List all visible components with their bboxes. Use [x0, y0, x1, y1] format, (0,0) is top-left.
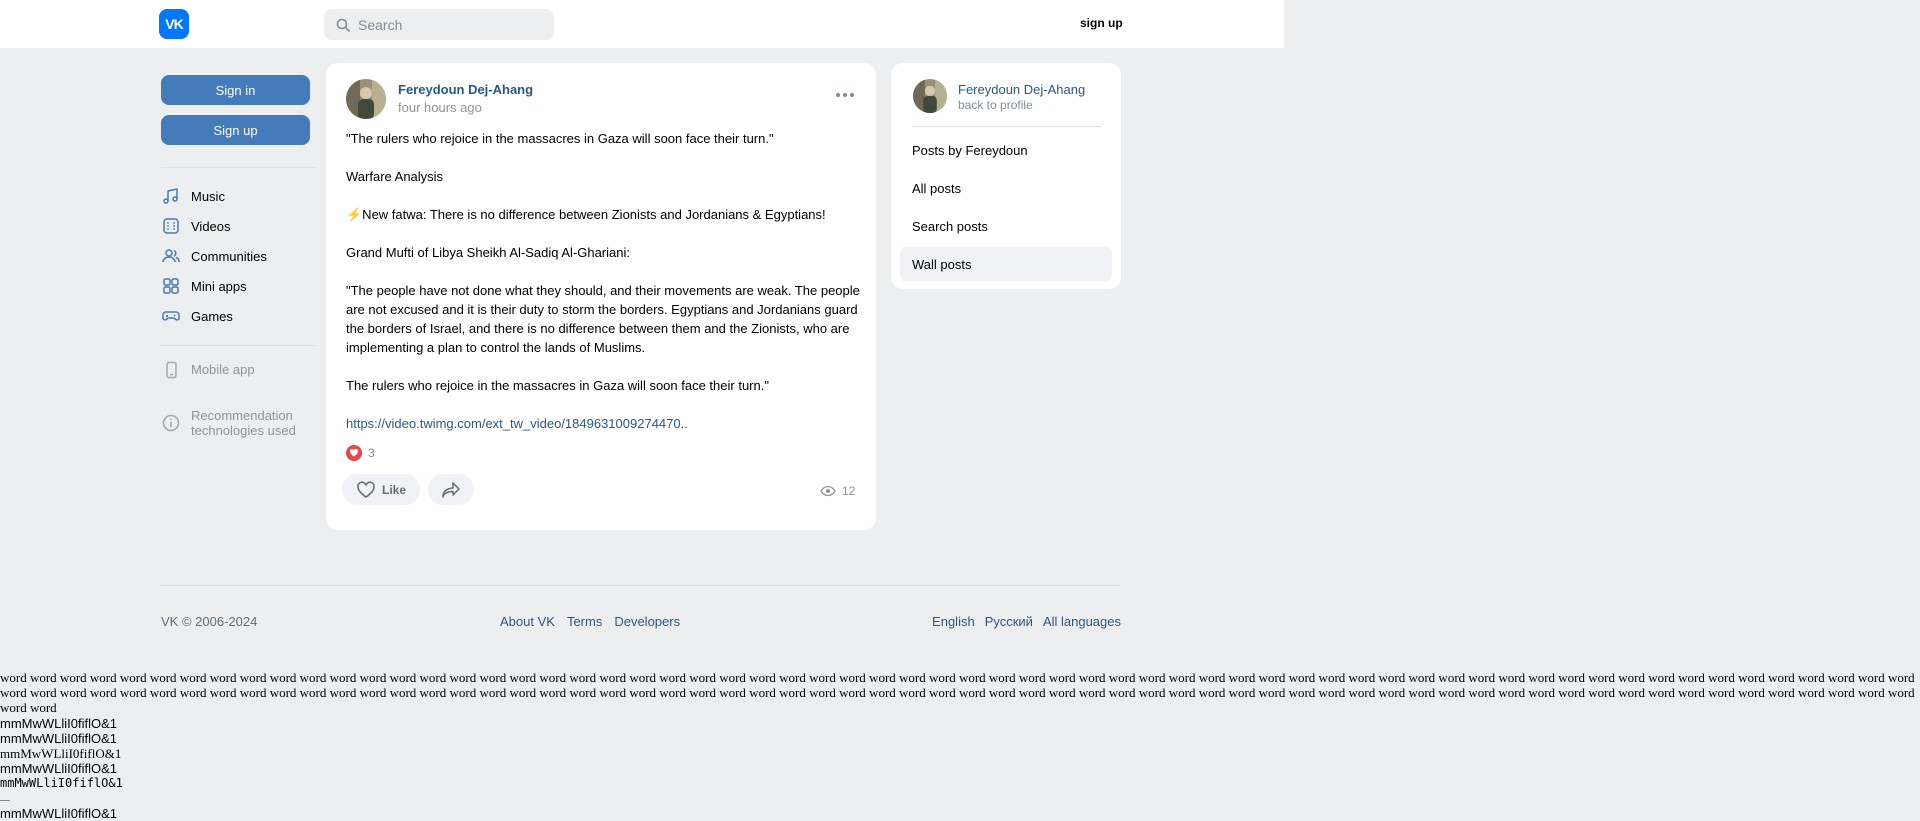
- sidebar-item-label: Mini apps: [191, 278, 247, 294]
- footer-link-about[interactable]: About VK: [500, 614, 555, 629]
- sidebar-item-recommendation[interactable]: Recommendation technologies used: [161, 408, 296, 440]
- views-count: 12: [842, 484, 856, 498]
- font-sample-line: mmMwWLliI0fiflO&1: [0, 761, 118, 776]
- font-sample-line: mmMwWLliI0fiflO&1: [0, 746, 122, 761]
- like-label: Like: [381, 482, 406, 497]
- footer-link-developers[interactable]: Developers: [614, 614, 680, 629]
- sidebar-item-label: Recommendation: [191, 408, 293, 423]
- language-all[interactable]: All languages: [1043, 614, 1121, 629]
- sign-in-button[interactable]: Sign in: [161, 75, 310, 105]
- heart-icon: [346, 445, 362, 461]
- font-sample-line: mmMwWLliI0fiflO&1: [0, 731, 118, 746]
- post-body: "The rulers who rejoice in the massacres…: [346, 129, 861, 433]
- header-signup-link[interactable]: sign up: [1080, 16, 1123, 30]
- sidebar-item-label: Videos: [191, 218, 231, 234]
- small-divider: [0, 800, 10, 801]
- post-paragraph: ⚡New fatwa: There is no difference betwe…: [346, 207, 826, 222]
- search-box[interactable]: [324, 9, 554, 40]
- profile-author-link[interactable]: Fereydoun Dej-Ahang: [958, 82, 1085, 97]
- language-russian[interactable]: Русский: [985, 614, 1033, 629]
- post-paragraph: Grand Mufti of Libya Sheikh Al-Sadiq Al-…: [346, 245, 630, 260]
- sidebar-item-label: technologies used: [191, 423, 296, 438]
- post-paragraph: "The people have not done what they shou…: [346, 283, 860, 355]
- sidebar-item-label: Music: [191, 188, 225, 204]
- back-to-profile-link[interactable]: back to profile: [958, 98, 1033, 112]
- sidebar-item-music[interactable]: Music: [161, 184, 225, 208]
- sidebar-item-games[interactable]: Games: [161, 304, 233, 328]
- post-time[interactable]: four hours ago: [398, 100, 482, 115]
- sidebar-item-label: Games: [191, 308, 233, 324]
- font-sample-line: mmMwWLliI0fiflO&1: [0, 716, 118, 731]
- sidebar-divider: [161, 167, 316, 168]
- profile-menu-all-posts[interactable]: All posts: [900, 171, 1112, 205]
- like-button[interactable]: Like: [342, 474, 420, 505]
- profile-card: Fereydoun Dej-Ahang back to profile Post…: [891, 63, 1121, 289]
- profile-menu-search-posts[interactable]: Search posts: [900, 209, 1112, 243]
- views-counter: 12: [820, 484, 855, 498]
- sidebar-divider: [161, 345, 316, 346]
- heart-outline-icon: [357, 480, 375, 498]
- share-button[interactable]: [428, 474, 474, 505]
- profile-menu-posts-by[interactable]: Posts by Fereydoun: [900, 133, 1112, 167]
- raw-words-text: word word word word word word word word …: [0, 670, 1915, 715]
- post-paragraph: Warfare Analysis: [346, 169, 444, 184]
- footer-copyright: VK © 2006-2024: [161, 614, 258, 629]
- post-author-link[interactable]: Fereydoun Dej-Ahang: [398, 82, 533, 97]
- vk-logo[interactable]: VK: [159, 9, 189, 39]
- post-card: Fereydoun Dej-Ahang four hours ago "The …: [326, 63, 876, 530]
- author-avatar[interactable]: [346, 79, 386, 119]
- footer-divider: [161, 585, 1121, 586]
- sidebar-item-label: Communities: [191, 248, 267, 264]
- users-icon: [162, 249, 180, 263]
- video-icon: [163, 218, 179, 234]
- profile-menu-wall-posts[interactable]: Wall posts: [900, 247, 1112, 281]
- eye-icon: [820, 485, 836, 497]
- top-header: VK sign up: [0, 0, 1284, 48]
- sidebar-item-mini-apps[interactable]: Mini apps: [161, 274, 247, 298]
- sidebar-item-communities[interactable]: Communities: [161, 244, 267, 268]
- profile-avatar[interactable]: [913, 79, 947, 113]
- search-icon: [336, 18, 350, 32]
- post-paragraph: "The rulers who rejoice in the massacres…: [346, 131, 774, 146]
- likes-count: 3: [368, 446, 375, 460]
- sidebar-item-videos[interactable]: Videos: [161, 214, 231, 238]
- sign-up-button[interactable]: Sign up: [161, 115, 310, 145]
- profile-divider: [912, 126, 1101, 127]
- reactions-summary[interactable]: 3: [346, 445, 375, 461]
- font-sample-line: mmMwWLliI0fiflO&1: [0, 806, 118, 821]
- grid-icon: [163, 278, 179, 294]
- post-video-link[interactable]: https://video.twimg.com/ext_tw_video/184…: [346, 416, 688, 431]
- language-english[interactable]: English: [932, 614, 975, 629]
- sidebar-item-mobile-app[interactable]: Mobile app: [161, 360, 255, 384]
- post-paragraph: The rulers who rejoice in the massacres …: [346, 378, 769, 393]
- more-options-icon[interactable]: [836, 93, 854, 97]
- share-icon: [442, 481, 460, 498]
- info-icon: [162, 414, 180, 432]
- font-sample-line: mmMwWLliI0fiflO&1: [0, 776, 123, 790]
- music-note-icon: [163, 188, 178, 204]
- footer-languages: English Русский All languages: [932, 614, 1121, 629]
- search-input[interactable]: [358, 16, 538, 33]
- gamepad-icon: [162, 311, 180, 321]
- sidebar-item-label: Mobile app: [191, 362, 255, 377]
- footer-links: About VK Terms Developers: [500, 614, 680, 629]
- phone-icon: [166, 361, 177, 379]
- footer-link-terms[interactable]: Terms: [567, 614, 602, 629]
